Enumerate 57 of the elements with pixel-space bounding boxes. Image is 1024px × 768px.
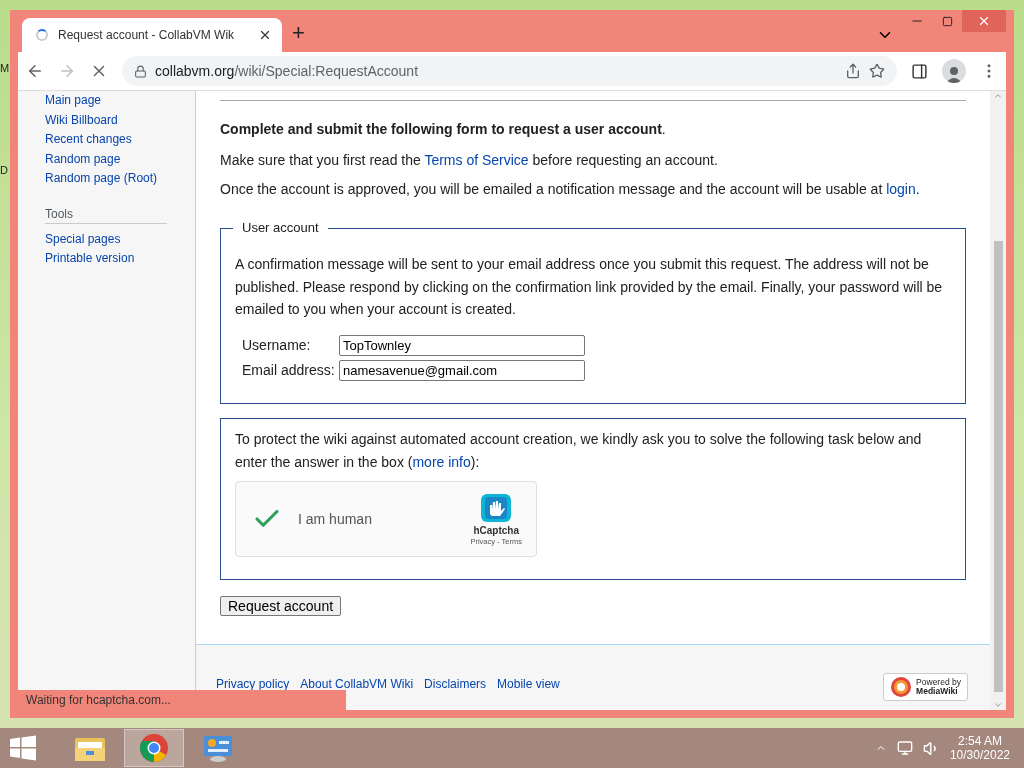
close-icon xyxy=(977,14,991,28)
hand-logo-icon xyxy=(479,491,514,524)
powered-by-badge[interactable]: Powered by MediaWiki xyxy=(883,673,968,701)
captcha-label: I am human xyxy=(298,510,373,527)
input-field[interactable]: TopTownley xyxy=(339,334,585,356)
close-button[interactable] xyxy=(962,10,1006,32)
desktop-icon-label: M xyxy=(0,62,10,74)
star-icon[interactable] xyxy=(869,63,885,79)
sidebar-link[interactable]: Wiki Billboard xyxy=(45,110,195,130)
back-icon[interactable] xyxy=(26,62,44,80)
windows-start-icon[interactable] xyxy=(8,735,38,761)
badge-text: MediaWiki xyxy=(916,687,959,696)
paragraph: Make sure that you first read the Terms of Service before requesting an account. xyxy=(220,152,719,169)
taskbar-app[interactable] xyxy=(124,729,184,767)
new-tab-button[interactable]: + xyxy=(292,20,305,46)
control-panel-icon xyxy=(202,733,234,763)
sidebar-link[interactable]: Special pages xyxy=(45,229,195,249)
request-account-button[interactable]: Request account xyxy=(220,595,342,616)
text-link[interactable]: Terms of Service xyxy=(424,152,529,168)
close-icon[interactable] xyxy=(258,28,272,42)
captcha-brand: hCaptcha xyxy=(473,524,519,536)
footer-link[interactable]: Mobile view xyxy=(497,677,560,691)
scroll-down-icon[interactable] xyxy=(993,700,1003,710)
sidebar-link[interactable]: Printable version xyxy=(45,249,195,269)
badge-text: Powered by xyxy=(916,678,961,687)
footer-link[interactable]: About CollabVM Wiki xyxy=(300,677,414,691)
browser-tab[interactable]: Request account - CollabVM Wik xyxy=(22,18,282,52)
footer-link[interactable]: Disclaimers xyxy=(424,677,487,691)
field-label: Email address: xyxy=(242,362,336,378)
side-panel-icon[interactable] xyxy=(911,62,928,80)
text-link[interactable]: login xyxy=(886,181,916,197)
sidebar-link[interactable]: Random page (Root) xyxy=(45,169,195,189)
status-bubble: Waiting for hcaptcha.com... xyxy=(18,690,346,710)
share-icon[interactable] xyxy=(845,63,861,79)
scroll-up-icon[interactable] xyxy=(993,91,1003,101)
sidebar-link[interactable]: Random page xyxy=(45,149,195,169)
flower-logo-icon xyxy=(890,676,913,698)
chrome-icon xyxy=(139,733,169,763)
field-label: Username: xyxy=(242,337,312,353)
paragraph: A confirmation message will be sent to your email address once you submit this request. The address will not be published. Please respond by clicking on the confirmation link provided by the email. Finally, your password will be emailed to you when your account is created. xyxy=(235,255,944,319)
maximize-icon[interactable] xyxy=(941,15,953,27)
text-link[interactable]: more info xyxy=(412,453,471,470)
address-bar[interactable]: collabvm.org/wiki/Special:RequestAccount xyxy=(122,56,897,86)
paragraph: To protect the wiki against automated account creation, we kindly ask you to solve the following task below and enter the answer in the box (more info): xyxy=(235,429,923,472)
footer-link[interactable]: Privacy policy xyxy=(216,677,290,691)
lock-icon xyxy=(134,64,147,78)
sidebar-link[interactable]: Recent changes xyxy=(45,130,195,150)
profile-avatar[interactable] xyxy=(942,59,966,83)
paragraph: Once the account is approved, you will be emailed a notification message and the account will be usable at login. xyxy=(220,181,921,198)
fieldset-legend: User account xyxy=(233,220,328,235)
scrollbar[interactable] xyxy=(990,91,1006,710)
paragraph: Complete and submit the following form to request a user account. xyxy=(220,121,667,138)
url-text: collabvm.org/wiki/Special:RequestAccount xyxy=(155,63,419,79)
sidebar-heading: Tools xyxy=(45,206,167,224)
input-field[interactable]: namesavenue@gmail.com xyxy=(339,359,585,381)
desktop-icon-label: D xyxy=(0,164,8,176)
sidebar-link[interactable]: Main page xyxy=(45,91,195,111)
